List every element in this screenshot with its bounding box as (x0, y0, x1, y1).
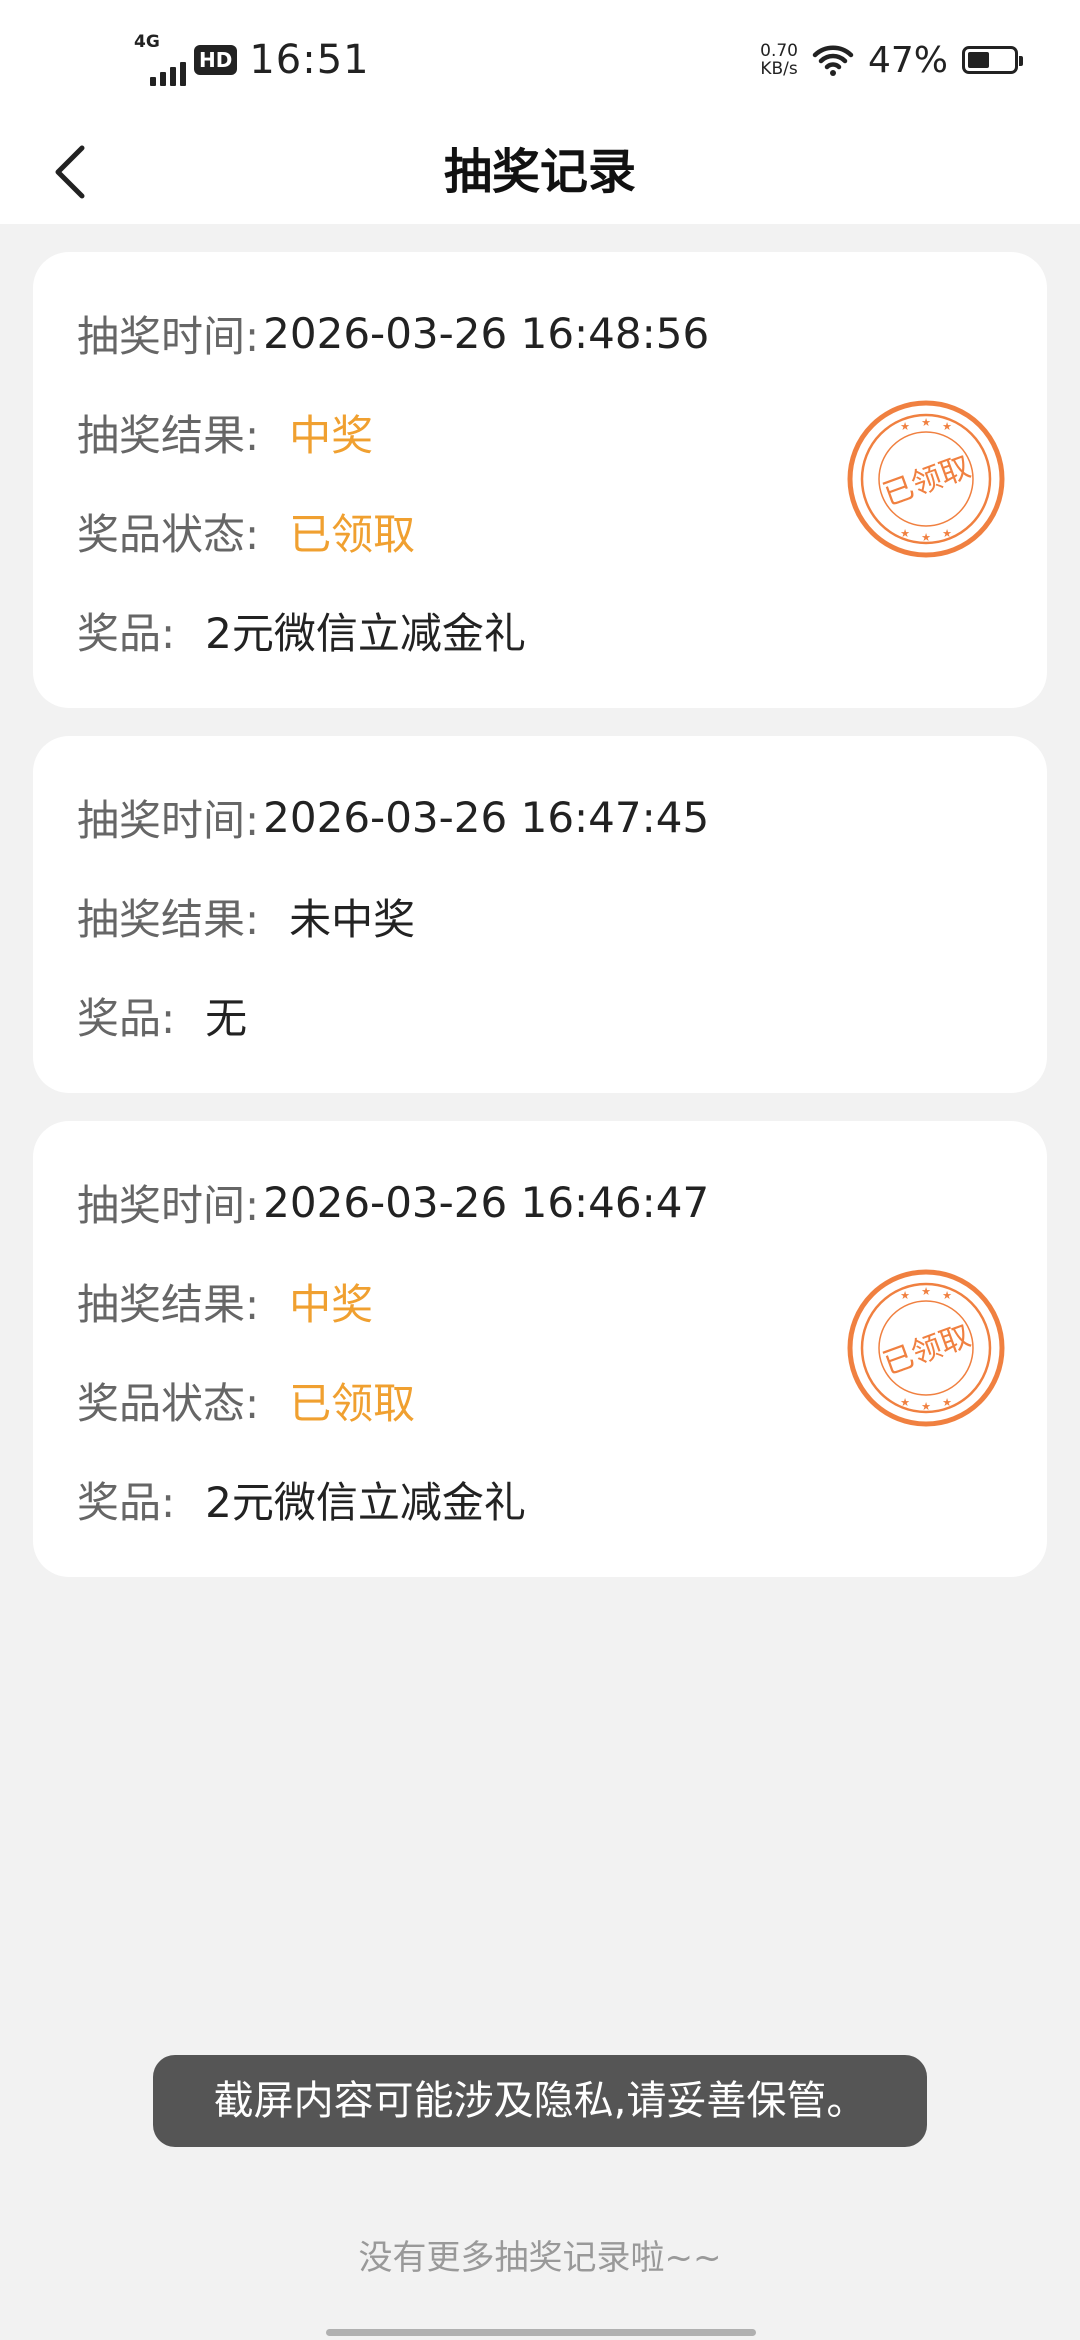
battery-percent: 47% (867, 39, 948, 81)
status-bar: 4G HD 16:51 0.70 KB/s 47% (0, 0, 1080, 120)
svg-text:★: ★ (942, 1289, 952, 1302)
record-result-value: 中奖 (289, 1280, 374, 1329)
page-title: 抽奖记录 (443, 144, 636, 200)
record-prize-label: 奖品: (77, 609, 176, 658)
svg-text:★: ★ (942, 420, 952, 433)
network-speed-unit: KB/s (760, 59, 798, 79)
svg-text:★: ★ (921, 1285, 931, 1298)
record-time-row: 抽奖时间: 2026-03-26 16:46:47 (77, 1153, 1047, 1252)
network-type: 4G (134, 32, 160, 52)
record-prize-label: 奖品: (77, 1478, 176, 1527)
claimed-stamp-icon: ★ ★ ★ ★ ★ ★ 已领取 (847, 400, 1005, 558)
record-result-row: 抽奖结果: 未中奖 (77, 867, 1047, 966)
svg-text:★: ★ (942, 1396, 952, 1409)
record-prize-label: 奖品: (77, 994, 176, 1043)
svg-text:★: ★ (921, 1400, 931, 1413)
status-left: 4G HD 16:51 (134, 32, 370, 86)
record-prize-value: 2元微信立减金礼 (205, 1478, 526, 1527)
record-card: 抽奖时间: 2026-03-26 16:46:47 抽奖结果: 中奖 奖品状态:… (33, 1121, 1047, 1577)
record-time-label: 抽奖时间: (77, 1181, 260, 1230)
battery-icon (962, 46, 1023, 74)
record-result-value: 未中奖 (289, 895, 416, 944)
home-indicator[interactable] (326, 2329, 756, 2336)
record-prize-value: 2元微信立减金礼 (205, 609, 526, 658)
battery-fill (968, 52, 989, 68)
network-speed: 0.70 KB/s (760, 42, 798, 78)
record-prize-value: 无 (205, 994, 248, 1043)
record-prize-row: 奖品: 2元微信立减金礼 (77, 581, 1047, 680)
claimed-stamp-icon: ★ ★ ★ ★ ★ ★ 已领取 (847, 1269, 1005, 1427)
svg-text:★: ★ (900, 1396, 910, 1409)
wifi-icon (812, 45, 854, 76)
record-time-value: 2026-03-26 16:47:45 (263, 793, 710, 842)
svg-text:★: ★ (900, 1289, 910, 1302)
record-status-value: 已领取 (289, 1379, 416, 1428)
record-result-label: 抽奖结果: (77, 411, 260, 460)
stamp-text: 已领取 (879, 450, 976, 514)
record-time-label: 抽奖时间: (77, 312, 260, 361)
record-result-label: 抽奖结果: (77, 1280, 260, 1329)
status-right: 0.70 KB/s 47% (760, 34, 1023, 86)
record-time-row: 抽奖时间: 2026-03-26 16:48:56 (77, 284, 1047, 383)
record-time-value: 2026-03-26 16:46:47 (263, 1178, 710, 1227)
no-more-records-text: 没有更多抽奖记录啦~~ (358, 2238, 722, 2278)
record-status-label: 奖品状态: (77, 1379, 260, 1428)
svg-text:★: ★ (942, 527, 952, 540)
status-time: 16:51 (249, 37, 370, 83)
network-speed-value: 0.70 (760, 41, 798, 61)
record-time-row: 抽奖时间: 2026-03-26 16:47:45 (77, 768, 1047, 867)
record-prize-row: 奖品: 无 (77, 966, 1047, 1065)
record-prize-row: 奖品: 2元微信立减金礼 (77, 1450, 1047, 1549)
record-time-value: 2026-03-26 16:48:56 (263, 309, 710, 358)
record-result-label: 抽奖结果: (77, 895, 260, 944)
page-header: 抽奖记录 (0, 120, 1080, 224)
record-card: 抽奖时间: 2026-03-26 16:47:45 抽奖结果: 未中奖 奖品: … (33, 736, 1047, 1093)
records-list: 抽奖时间: 2026-03-26 16:48:56 抽奖结果: 中奖 奖品状态:… (33, 252, 1047, 1605)
svg-text:★: ★ (900, 527, 910, 540)
record-status-value: 已领取 (289, 510, 416, 559)
screenshot-privacy-toast: 截屏内容可能涉及隐私,请妥善保管。 (153, 2055, 927, 2147)
record-card: 抽奖时间: 2026-03-26 16:48:56 抽奖结果: 中奖 奖品状态:… (33, 252, 1047, 708)
record-status-label: 奖品状态: (77, 510, 260, 559)
record-time-label: 抽奖时间: (77, 796, 260, 845)
stamp-text: 已领取 (879, 1319, 976, 1383)
record-result-value: 中奖 (289, 411, 374, 460)
hd-badge: HD (194, 45, 238, 75)
svg-text:★: ★ (900, 420, 910, 433)
svg-text:★: ★ (921, 531, 931, 544)
svg-text:★: ★ (921, 416, 931, 429)
